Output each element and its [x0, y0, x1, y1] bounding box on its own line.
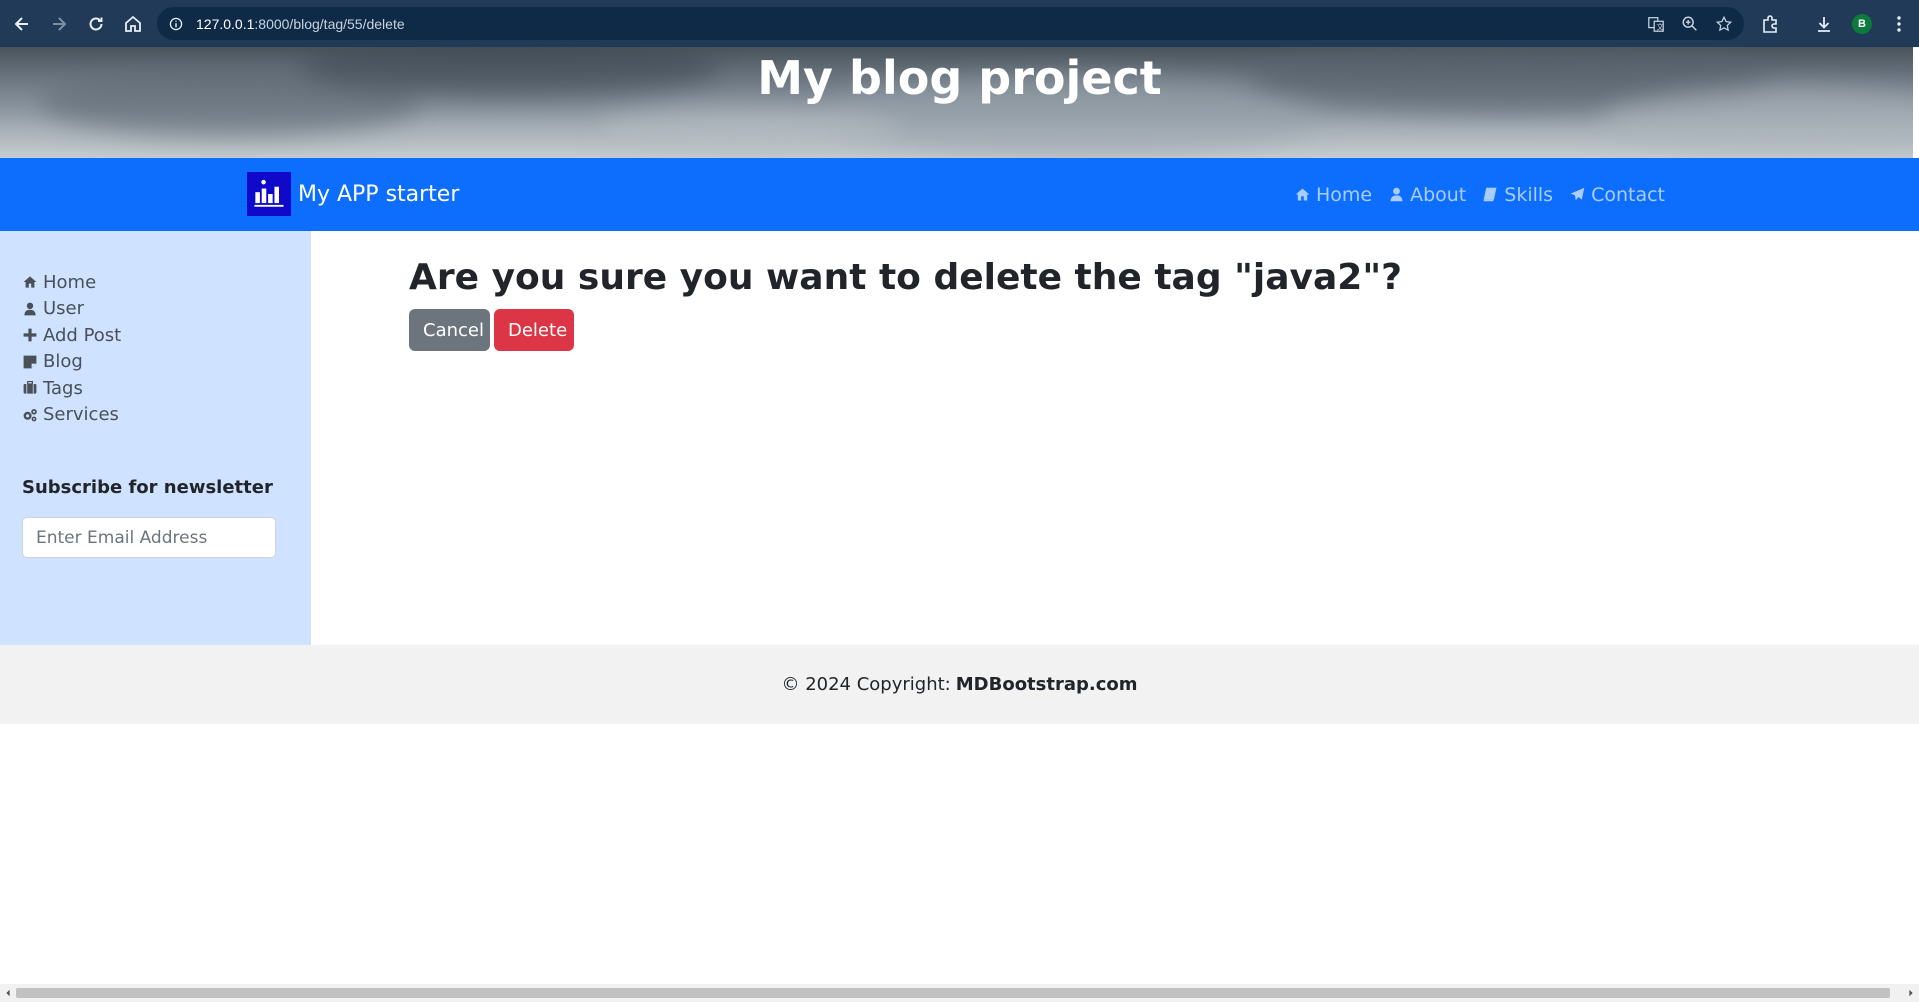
nav-link-label: About — [1410, 183, 1467, 206]
footer-brand-link[interactable]: MDBootstrap.com — [956, 674, 1138, 695]
scroll-left-arrow-icon[interactable] — [0, 984, 16, 1002]
back-button[interactable] — [4, 6, 40, 42]
nav-link-home[interactable]: Home — [1294, 184, 1372, 206]
sidebar-item-home[interactable]: Home — [22, 269, 121, 296]
download-icon — [1818, 16, 1830, 32]
site-title: My blog project — [757, 51, 1162, 105]
scroll-right-arrow-icon[interactable] — [1903, 984, 1919, 1002]
home-button[interactable] — [115, 6, 151, 42]
nav-link-contact[interactable]: Contact — [1569, 184, 1665, 206]
arrow-right-icon — [53, 16, 67, 31]
navbar-brand[interactable]: My APP starter — [247, 172, 459, 216]
home-icon — [1295, 188, 1310, 201]
address-bar-actions: 文 — [1646, 7, 1734, 40]
delete-button[interactable]: Delete — [494, 309, 574, 351]
forward-button[interactable] — [41, 6, 77, 42]
sidebar-item-label: Home — [43, 271, 97, 293]
vertical-scrollbar[interactable] — [1913, 47, 1919, 158]
extensions-button[interactable] — [1760, 0, 1780, 47]
brand-name: My APP starter — [298, 181, 460, 207]
top-navbar: My APP starter Home About Skills Contact — [0, 158, 1919, 231]
home-icon — [125, 15, 141, 32]
main-content: Are you sure you want to delete the tag … — [311, 231, 1919, 645]
delete-confirmation-heading: Are you sure you want to delete the tag … — [409, 257, 1402, 298]
scrollbar-thumb[interactable] — [16, 988, 1890, 998]
sidebar-item-add-post[interactable]: Add Post — [22, 322, 121, 349]
arrow-left-icon — [14, 16, 28, 31]
sidebar-item-services[interactable]: Services — [22, 402, 121, 429]
reload-icon — [89, 17, 103, 30]
downloads-button[interactable] — [1814, 0, 1834, 47]
nav-link-skills[interactable]: Skills — [1482, 184, 1553, 206]
home-icon — [23, 276, 37, 288]
sidebar-item-user[interactable]: User — [22, 296, 121, 323]
url-host: 127.0.0.1 — [196, 15, 255, 32]
header-banner: My blog project — [0, 47, 1919, 158]
zoom-icon[interactable] — [1680, 14, 1700, 34]
book-icon — [1483, 187, 1497, 202]
plus-icon — [23, 328, 37, 342]
sidebar-item-blog[interactable]: Blog — [22, 349, 121, 376]
reload-button[interactable] — [78, 6, 114, 42]
cancel-button[interactable]: Cancel — [409, 309, 490, 351]
site-info-icon[interactable] — [166, 14, 186, 34]
browser-toolbar: 127.0.0.1:8000/blog/tag/55/delete 文 B — [0, 0, 1919, 47]
bookmark-star-icon[interactable] — [1714, 14, 1734, 34]
svg-text:文: 文 — [1656, 22, 1663, 31]
sidebar-menu: Home User Add Post Blog Tags Services — [22, 269, 121, 428]
browser-menu-button[interactable] — [1889, 0, 1909, 47]
profile-button[interactable]: B — [1852, 0, 1872, 47]
cogs-icon — [23, 408, 37, 422]
newsletter-email-input[interactable] — [22, 517, 276, 558]
sidebar-item-label: User — [43, 298, 85, 320]
address-bar[interactable]: 127.0.0.1:8000/blog/tag/55/delete 文 — [157, 7, 1744, 40]
nav-link-about[interactable]: About — [1388, 184, 1466, 206]
sidebar: Home User Add Post Blog Tags Services Su… — [0, 231, 311, 645]
nav-link-label: Contact — [1591, 183, 1665, 206]
sidebar-item-tags[interactable]: Tags — [22, 375, 121, 402]
avatar: B — [1852, 13, 1872, 34]
paper-plane-icon — [1570, 187, 1585, 201]
navbar-links: Home About Skills Contact — [1294, 158, 1665, 231]
url-path: :8000/blog/tag/55/delete — [254, 15, 405, 32]
briefcase-icon — [23, 381, 37, 394]
user-icon — [24, 302, 36, 316]
footer-copyright: © 2024 Copyright: — [781, 674, 951, 695]
sticky-note-icon — [23, 355, 37, 369]
translate-icon[interactable]: 文 — [1646, 14, 1666, 34]
sidebar-item-label: Tags — [43, 377, 83, 399]
url-text[interactable]: 127.0.0.1:8000/blog/tag/55/delete — [196, 16, 405, 32]
sidebar-item-label: Add Post — [43, 324, 122, 346]
kebab-menu-icon — [1897, 15, 1901, 32]
horizontal-scrollbar[interactable] — [0, 984, 1919, 1002]
newsletter-title: Subscribe for newsletter — [22, 477, 273, 498]
footer: © 2024 Copyright: MDBootstrap.com — [0, 645, 1919, 724]
sidebar-item-label: Blog — [43, 351, 83, 373]
nav-link-label: Home — [1315, 183, 1373, 206]
puzzle-icon — [1763, 14, 1777, 33]
brand-logo — [247, 172, 291, 216]
nav-link-label: Skills — [1504, 183, 1554, 206]
sidebar-item-label: Services — [43, 404, 119, 426]
user-icon — [1390, 187, 1403, 202]
